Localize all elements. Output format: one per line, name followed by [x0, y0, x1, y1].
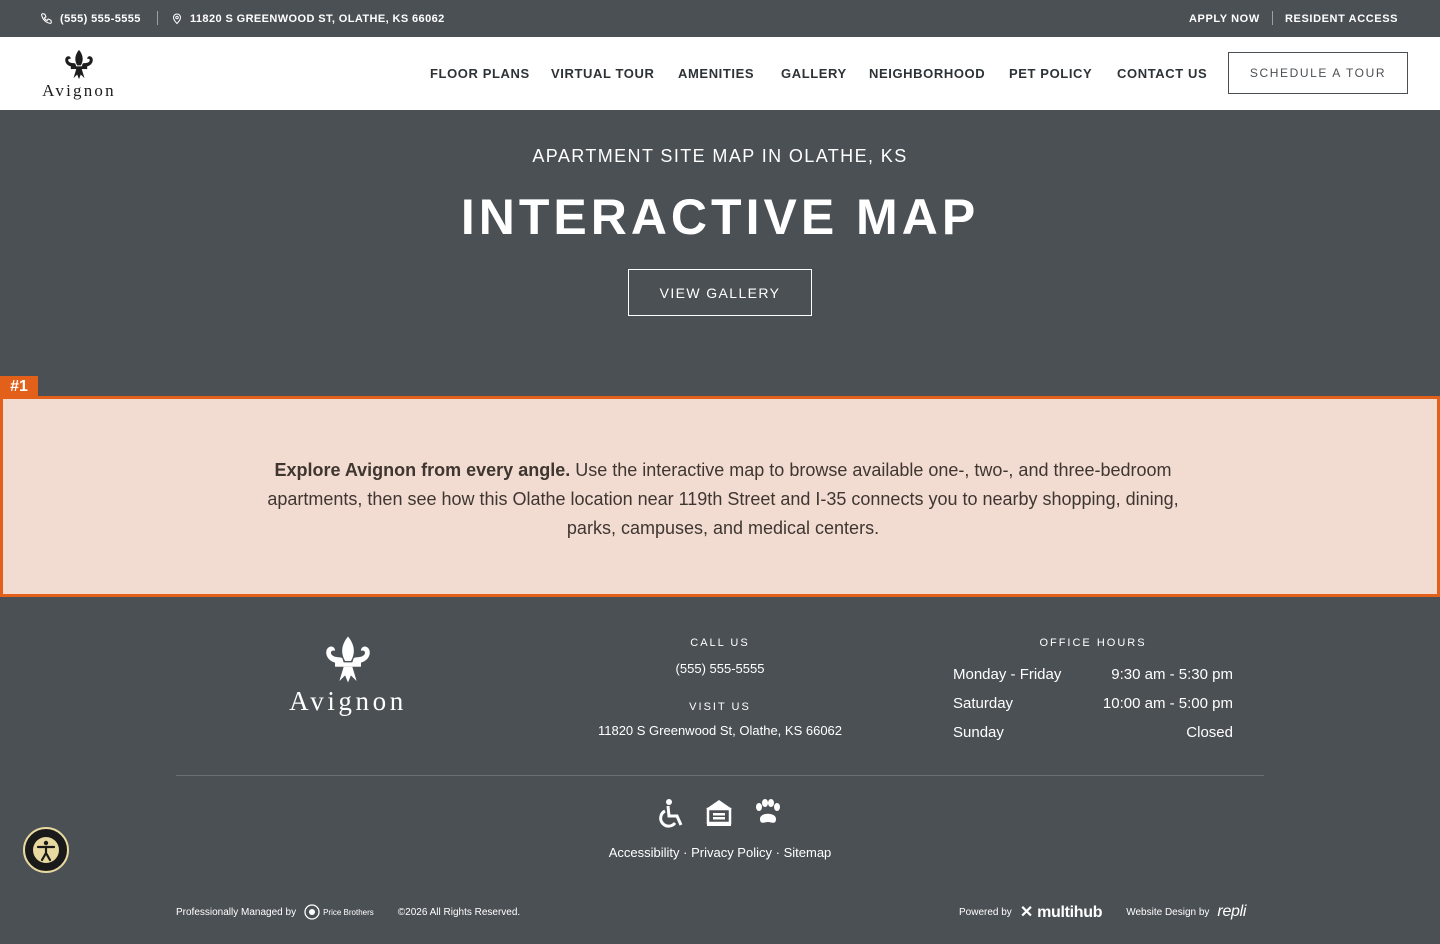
hours-day: Saturday [953, 695, 1014, 712]
link-separator: · [775, 845, 780, 860]
hours-time: Closed [1186, 724, 1233, 741]
price-brothers-logo-icon [304, 904, 320, 920]
link-separator: · [683, 845, 688, 860]
privacy-policy-link[interactable]: Privacy Policy [691, 845, 772, 860]
hours-time: 9:30 am - 5:30 pm [1111, 666, 1233, 683]
nav-virtual-tour[interactable]: VIRTUAL TOUR [551, 66, 655, 81]
phone-icon [41, 13, 52, 24]
repli-link[interactable]: repli [1217, 903, 1246, 921]
management-credit: Professionally Managed by Price Brothers… [176, 902, 520, 922]
accessibility-link[interactable]: Accessibility [609, 845, 680, 860]
hours-day: Monday - Friday [953, 666, 1062, 683]
location-pin-icon [172, 13, 182, 25]
wheelchair-icon [655, 797, 687, 834]
phone-text: (555) 555-5555 [60, 12, 141, 25]
intro-lead: Explore Avignon from every angle. [274, 460, 571, 480]
hours-day: Sunday [953, 724, 1004, 741]
multihub-link[interactable]: ✕ multihub [1019, 902, 1103, 922]
powered-by-text: Powered by [959, 906, 1012, 918]
phone-link[interactable]: (555) 555-5555 [40, 0, 141, 37]
nav-contact-us[interactable]: CONTACT US [1117, 66, 1207, 81]
divider [1272, 11, 1273, 25]
footer-address-link[interactable]: 11820 S Greenwood St, Olathe, KS 66062 [570, 723, 870, 738]
apply-now-link[interactable]: APPLY NOW [1189, 0, 1260, 37]
logo[interactable]: Avignon [30, 49, 128, 101]
sitemap-link[interactable]: Sitemap [784, 845, 832, 860]
highlight-tag: #1 [0, 376, 38, 398]
hours-time: 10:00 am - 5:00 pm [1102, 695, 1233, 712]
accessibility-person-icon [33, 837, 59, 863]
fleur-de-lis-icon [65, 49, 93, 80]
hours-row: Saturday 10:00 am - 5:00 pm [953, 695, 1233, 715]
equal-housing-icon [703, 797, 735, 834]
visit-us-label: VISIT US [689, 701, 751, 713]
compliance-icons [655, 797, 785, 831]
nav-gallery[interactable]: GALLERY [781, 66, 847, 81]
hero-section: APARTMENT SITE MAP IN OLATHE, KS INTERAC… [0, 110, 1440, 398]
footer-phone-link[interactable]: (555) 555-5555 [600, 661, 840, 676]
site-footer: Avignon CALL US (555) 555-5555 VISIT US … [0, 597, 1440, 944]
fleur-de-lis-icon [326, 636, 370, 683]
utility-bar: (555) 555-5555 11820 S GREENWOOD ST, OLA… [0, 0, 1440, 37]
multihub-name: multihub [1037, 904, 1103, 921]
site-credits: Powered by ✕ multihub Website Design by … [959, 902, 1246, 922]
design-by-text: Website Design by [1126, 906, 1210, 918]
footer-logo[interactable]: Avignon [268, 635, 428, 717]
pet-friendly-icon [751, 797, 783, 834]
copyright-text: ©2026 All Rights Reserved. [397, 906, 521, 918]
multihub-mark-icon: ✕ [1019, 904, 1033, 921]
nav-neighborhood[interactable]: NEIGHBORHOOD [869, 66, 985, 81]
manager-name[interactable]: Price Brothers [323, 908, 374, 917]
hours-row: Monday - Friday 9:30 am - 5:30 pm [953, 666, 1233, 686]
view-gallery-button[interactable]: VIEW GALLERY [628, 269, 812, 316]
managed-by-text: Professionally Managed by [176, 906, 297, 918]
intro-section: Explore Avignon from every angle. Use th… [0, 396, 1440, 597]
address-text: 11820 S GREENWOOD ST, OLATHE, KS 66062 [190, 12, 445, 25]
nav-pet-policy[interactable]: PET POLICY [1009, 66, 1092, 81]
accessibility-widget-button[interactable] [23, 827, 69, 873]
hours-row: Sunday Closed [953, 724, 1233, 744]
resident-access-link[interactable]: RESIDENT ACCESS [1285, 0, 1398, 37]
divider [157, 11, 158, 25]
hero-eyebrow: APARTMENT SITE MAP IN OLATHE, KS [532, 146, 908, 166]
schedule-tour-button[interactable]: SCHEDULE A TOUR [1228, 52, 1408, 94]
nav-amenities[interactable]: AMENITIES [678, 66, 754, 81]
nav-floor-plans[interactable]: FLOOR PLANS [430, 66, 530, 81]
footer-logo-wordmark: Avignon [289, 686, 407, 716]
address-link[interactable]: 11820 S GREENWOOD ST, OLATHE, KS 66062 [171, 0, 445, 37]
site-header: Avignon FLOOR PLANS VIRTUAL TOUR AMENITI… [0, 37, 1440, 110]
footer-links: Accessibility · Privacy Policy · Sitemap [0, 845, 1440, 860]
page-title: INTERACTIVE MAP [460, 189, 980, 245]
logo-wordmark: Avignon [42, 81, 116, 100]
call-us-label: CALL US [690, 637, 750, 649]
footer-divider [176, 775, 1264, 776]
intro-paragraph: Explore Avignon from every angle. Use th… [241, 456, 1205, 543]
office-hours-label: OFFICE HOURS [1039, 637, 1147, 649]
